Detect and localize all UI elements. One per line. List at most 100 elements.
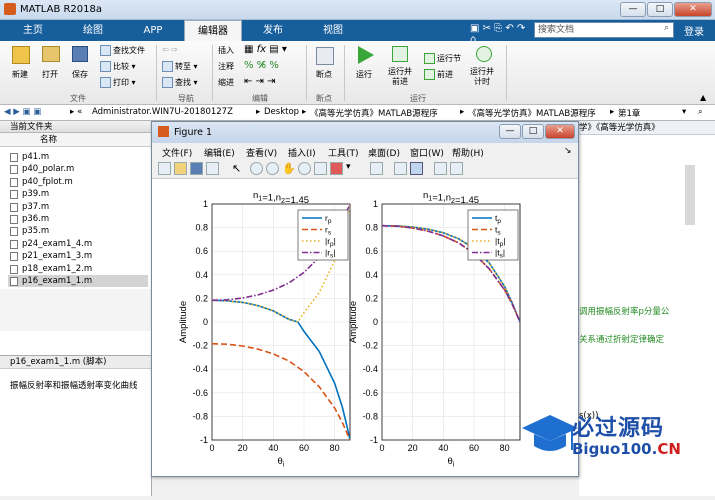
tab-home[interactable]: 主页 [4, 20, 62, 41]
menu-window[interactable]: 窗口(W) [410, 146, 444, 159]
save-figure-icon[interactable] [190, 162, 203, 175]
file-item[interactable]: p24_exam1_4.m [8, 238, 148, 250]
pointer-icon[interactable]: ↖ [232, 162, 245, 175]
insert-button[interactable]: 插入 [218, 45, 234, 56]
zoom-out-icon[interactable] [266, 162, 279, 175]
edit-tools-row2[interactable]: % %̸ % [244, 60, 279, 71]
y-tick-label: -0.2 [362, 341, 378, 351]
show-plot-tools-icon[interactable] [450, 162, 463, 175]
run-advance-icon[interactable] [392, 46, 408, 62]
comment-button[interactable]: 注释 [218, 61, 234, 72]
file-item[interactable]: p41.m [8, 151, 148, 163]
legend-icon[interactable] [410, 162, 423, 175]
minimize-button[interactable]: — [620, 2, 646, 17]
tab-publish[interactable]: 发布 [244, 20, 302, 41]
figure-title: Figure 1 [174, 127, 213, 138]
menu-view[interactable]: 查看(V) [246, 146, 277, 159]
open-folder-icon[interactable] [42, 46, 60, 62]
path-dropdown-icon[interactable]: ▾ [682, 107, 686, 117]
save-icon[interactable] [72, 46, 88, 62]
nav-arrows[interactable]: ◀ ▶ ▣ ▣ [4, 107, 41, 117]
menu-dock-icon[interactable]: ↘ [564, 146, 572, 156]
file-item[interactable]: p36.m [8, 213, 148, 225]
compare-button[interactable]: 比较 ▾ [100, 61, 136, 72]
login-link[interactable]: 登录 [684, 23, 704, 38]
open-file-icon[interactable] [174, 162, 187, 175]
file-item[interactable]: p35.m [8, 225, 148, 237]
run-advance-button[interactable]: 运行并 前进 [388, 67, 412, 87]
quick-access-toolbar[interactable]: ▣ ✂ ⎘ ↶ ↷ ⌂ [470, 23, 530, 45]
data-cursor-icon[interactable] [314, 162, 327, 175]
file-item[interactable]: p16_exam1_1.m [8, 275, 148, 287]
name-column-header[interactable]: 名称 [0, 133, 151, 147]
search-icon[interactable]: ⌕ [664, 23, 669, 33]
breakpoints-icon[interactable] [316, 47, 334, 65]
run-time-button[interactable]: 运行并 计时 [470, 67, 494, 87]
zoom-in-icon[interactable] [250, 162, 263, 175]
edit-tools-row1[interactable]: ▦ fx ▤ ▾ [244, 44, 287, 55]
pan-icon[interactable]: ✋ [282, 162, 296, 175]
y-tick-label: -0.4 [362, 364, 378, 374]
figure-axes-area[interactable]: 0 20 40 60 80 -1 -0.8 -0.6 -0.4 -0.2 0 0.2 0.4 0.6 0.8… [152, 180, 578, 476]
open-button[interactable]: 打开 [42, 69, 58, 80]
path-seg-2[interactable]: 《高等光学仿真》MATLAB源程序 [310, 107, 438, 119]
tab-view[interactable]: 视图 [304, 20, 362, 41]
maximize-button[interactable]: □ [647, 2, 673, 17]
figure-maximize-button[interactable]: □ [522, 124, 544, 139]
menu-insert[interactable]: 插入(I) [288, 146, 316, 159]
figure-minimize-button[interactable]: — [499, 124, 521, 139]
menu-edit[interactable]: 编辑(E) [204, 146, 235, 159]
file-name: p36.m [22, 214, 50, 224]
nav-back-forward[interactable]: ⇦ ⇨ [162, 45, 178, 54]
path-seg-3[interactable]: 《高等光学仿真》MATLAB源程序 [468, 107, 596, 119]
menu-file[interactable]: 文件(F) [162, 146, 192, 159]
tab-editor[interactable]: 编辑器 [184, 20, 242, 41]
search-docs-input[interactable]: 搜索文档 [534, 22, 674, 38]
find-files-button[interactable]: 查找文件 [100, 45, 145, 56]
save-button[interactable]: 保存 [72, 69, 88, 80]
editor-scrollbar[interactable] [685, 165, 695, 225]
menu-tools[interactable]: 工具(T) [328, 146, 359, 159]
figure-close-button[interactable]: ✕ [545, 124, 575, 139]
file-item[interactable]: p18_exam1_2.m [8, 263, 148, 275]
tab-plots[interactable]: 绘图 [64, 20, 122, 41]
run-section-button[interactable]: 运行节 [424, 53, 461, 64]
breakpoints-button[interactable]: 断点 [316, 69, 332, 80]
link-plot-icon[interactable] [370, 162, 383, 175]
file-item[interactable]: p37.m [8, 201, 148, 213]
new-icon[interactable] [12, 46, 30, 64]
new-button[interactable]: 新建 [12, 69, 28, 80]
menu-desktop[interactable]: 桌面(D) [368, 146, 400, 159]
path-browse-icon[interactable]: ⌕ [698, 107, 703, 117]
find-button[interactable]: 查找 ▾ [162, 77, 198, 88]
close-button[interactable]: ✕ [674, 2, 712, 17]
path-seg-0[interactable]: Administrator.WIN7U-20180127Z [92, 107, 233, 117]
colorbar-icon[interactable] [394, 162, 407, 175]
file-item[interactable]: p39.m [8, 188, 148, 200]
brush-icon[interactable] [330, 162, 343, 175]
run-button[interactable]: 运行 [356, 69, 372, 80]
tab-apps[interactable]: APP [124, 20, 182, 41]
y-tick-label: -0.8 [192, 411, 208, 421]
indent-button[interactable]: 缩进 [218, 77, 234, 88]
brush-dropdown-icon[interactable]: ▾ [346, 162, 359, 175]
path-seg-4[interactable]: 第1章 [618, 107, 640, 119]
rotate-3d-icon[interactable] [298, 162, 311, 175]
menu-help[interactable]: 帮助(H) [452, 146, 484, 159]
collapse-ribbon-icon[interactable]: ▲ [700, 93, 706, 102]
run-time-icon[interactable] [476, 46, 492, 62]
x-axis-label: θi [278, 456, 285, 469]
file-item[interactable]: p40_polar.m [8, 163, 148, 175]
new-figure-icon[interactable] [158, 162, 171, 175]
advance-button[interactable]: 前进 [424, 69, 453, 80]
goto-button[interactable]: 转至 ▾ [162, 61, 198, 72]
x-tick-label: 20 [238, 443, 248, 453]
hide-plot-tools-icon[interactable] [434, 162, 447, 175]
file-item[interactable]: p40_fplot.m [8, 176, 148, 188]
path-seg-1[interactable]: Desktop [264, 107, 299, 117]
run-icon[interactable] [358, 46, 374, 64]
print-figure-icon[interactable] [206, 162, 219, 175]
edit-tools-row3[interactable]: ⇤ ⇥ ⇥ [244, 76, 276, 87]
file-item[interactable]: p21_exam1_3.m [8, 250, 148, 262]
print-button[interactable]: 打印 ▾ [100, 77, 136, 88]
